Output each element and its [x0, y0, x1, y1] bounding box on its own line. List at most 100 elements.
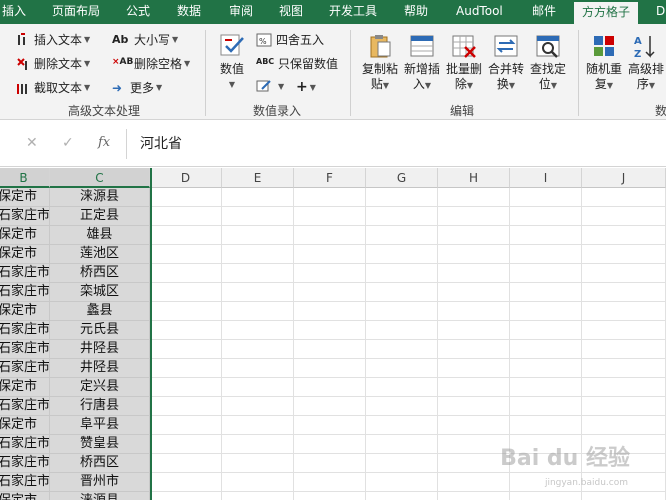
cell-c-15[interactable]: 桥西区 — [50, 454, 150, 473]
cell-h-9[interactable] — [438, 340, 510, 359]
column-header-j[interactable]: J — [582, 168, 666, 188]
cell-j-12[interactable] — [582, 397, 666, 416]
cell-d-1[interactable] — [150, 188, 222, 207]
advanced-sort-button[interactable]: AZ 高级排 序▼ — [626, 32, 666, 93]
cell-h-4[interactable] — [438, 245, 510, 264]
cell-j-3[interactable] — [582, 226, 666, 245]
cell-j-10[interactable] — [582, 359, 666, 378]
cell-g-11[interactable] — [366, 378, 438, 397]
cell-b-16[interactable]: 石家庄市 — [0, 473, 50, 492]
copy-paste-button[interactable]: 复制粘 贴▼ — [360, 32, 400, 93]
cell-d-7[interactable] — [150, 302, 222, 321]
cell-b-10[interactable]: 石家庄市 — [0, 359, 50, 378]
cell-c-13[interactable]: 阜平县 — [50, 416, 150, 435]
cell-f-9[interactable] — [294, 340, 366, 359]
cell-i-7[interactable] — [510, 302, 582, 321]
cell-b-7[interactable]: 保定市 — [0, 302, 50, 321]
cell-f-7[interactable] — [294, 302, 366, 321]
cell-f-4[interactable] — [294, 245, 366, 264]
column-header-g[interactable]: G — [366, 168, 438, 188]
cell-j-6[interactable] — [582, 283, 666, 302]
cell-e-7[interactable] — [222, 302, 294, 321]
insert-text-button[interactable]: 插入文本 ▼ — [16, 31, 90, 48]
cell-e-9[interactable] — [222, 340, 294, 359]
cell-f-16[interactable] — [294, 473, 366, 492]
cell-e-13[interactable] — [222, 416, 294, 435]
cell-e-12[interactable] — [222, 397, 294, 416]
cell-g-15[interactable] — [366, 454, 438, 473]
cell-e-4[interactable] — [222, 245, 294, 264]
cell-d-12[interactable] — [150, 397, 222, 416]
cell-j-1[interactable] — [582, 188, 666, 207]
cell-c-7[interactable]: 蠡县 — [50, 302, 150, 321]
cell-i-2[interactable] — [510, 207, 582, 226]
cell-i-5[interactable] — [510, 264, 582, 283]
cell-f-11[interactable] — [294, 378, 366, 397]
cell-e-11[interactable] — [222, 378, 294, 397]
cell-b-3[interactable]: 保定市 — [0, 226, 50, 245]
keep-value-button[interactable]: ABC 只保留数值 — [256, 55, 338, 72]
cell-c-1[interactable]: 涞源县 — [50, 188, 150, 207]
cell-i-1[interactable] — [510, 188, 582, 207]
cell-d-16[interactable] — [150, 473, 222, 492]
merge-convert-button[interactable]: 合并转 换▼ — [486, 32, 526, 93]
more-button[interactable]: ➜ 更多 ▼ — [112, 79, 162, 96]
cell-b-14[interactable]: 石家庄市 — [0, 435, 50, 454]
add-button[interactable]: + ▼ — [296, 79, 316, 95]
cell-g-4[interactable] — [366, 245, 438, 264]
cell-d-13[interactable] — [150, 416, 222, 435]
find-locate-button[interactable]: 查找定 位▼ — [528, 32, 568, 93]
cell-d-8[interactable] — [150, 321, 222, 340]
cell-b-9[interactable]: 石家庄市 — [0, 340, 50, 359]
cell-d-11[interactable] — [150, 378, 222, 397]
tab-page-layout[interactable]: 页面布局 — [52, 0, 100, 24]
random-reorder-button[interactable]: 随机重 复▼ — [584, 32, 624, 93]
cell-e-17[interactable] — [222, 492, 294, 500]
column-header-i[interactable]: I — [510, 168, 582, 188]
cell-b-17[interactable]: 保定市 — [0, 492, 50, 500]
cell-g-17[interactable] — [366, 492, 438, 500]
tab-data[interactable]: 数据 — [177, 0, 201, 24]
cell-j-2[interactable] — [582, 207, 666, 226]
cell-b-1[interactable]: 保定市 — [0, 188, 50, 207]
cell-d-2[interactable] — [150, 207, 222, 226]
cell-h-11[interactable] — [438, 378, 510, 397]
cell-c-11[interactable]: 定兴县 — [50, 378, 150, 397]
cell-g-5[interactable] — [366, 264, 438, 283]
tab-help[interactable]: 帮助 — [404, 0, 428, 24]
cell-i-10[interactable] — [510, 359, 582, 378]
cell-j-9[interactable] — [582, 340, 666, 359]
cell-h-16[interactable] — [438, 473, 510, 492]
cell-e-2[interactable] — [222, 207, 294, 226]
cell-c-3[interactable]: 雄县 — [50, 226, 150, 245]
batch-delete-button[interactable]: 批量删 除▼ — [444, 32, 484, 93]
column-header-b[interactable]: B — [0, 168, 50, 188]
cell-i-13[interactable] — [510, 416, 582, 435]
cell-c-12[interactable]: 行唐县 — [50, 397, 150, 416]
cell-c-17[interactable]: 涞源县 — [50, 492, 150, 500]
cell-d-10[interactable] — [150, 359, 222, 378]
cell-i-6[interactable] — [510, 283, 582, 302]
tab-developer[interactable]: 开发工具 — [329, 0, 377, 24]
cell-g-3[interactable] — [366, 226, 438, 245]
cell-d-4[interactable] — [150, 245, 222, 264]
cell-j-13[interactable] — [582, 416, 666, 435]
cell-i-9[interactable] — [510, 340, 582, 359]
cell-b-13[interactable]: 保定市 — [0, 416, 50, 435]
cell-b-11[interactable]: 保定市 — [0, 378, 50, 397]
cell-b-5[interactable]: 石家庄市 — [0, 264, 50, 283]
column-header-e[interactable]: E — [222, 168, 294, 188]
cell-c-14[interactable]: 赞皇县 — [50, 435, 150, 454]
insert-new-button[interactable]: 新增插 入▼ — [402, 32, 442, 93]
confirm-icon[interactable]: ✓ — [62, 135, 74, 151]
column-header-d[interactable]: D — [150, 168, 222, 188]
cell-g-6[interactable] — [366, 283, 438, 302]
cell-e-3[interactable] — [222, 226, 294, 245]
tab-insert[interactable]: 插入 — [2, 0, 26, 24]
cell-g-16[interactable] — [366, 473, 438, 492]
cell-b-4[interactable]: 保定市 — [0, 245, 50, 264]
cell-c-16[interactable]: 晋州市 — [50, 473, 150, 492]
cell-i-12[interactable] — [510, 397, 582, 416]
cell-c-5[interactable]: 桥西区 — [50, 264, 150, 283]
insert-function-icon[interactable]: fx — [98, 135, 110, 150]
